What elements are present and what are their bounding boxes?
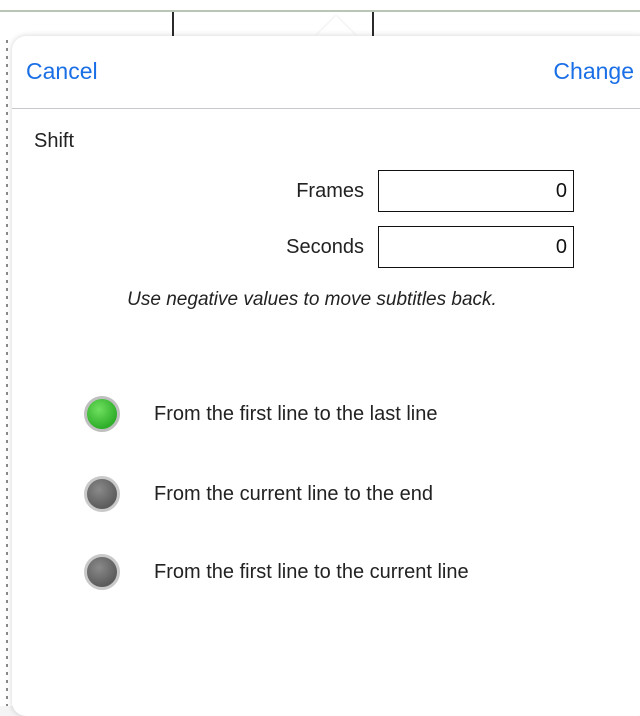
frames-label: Frames (296, 180, 364, 202)
option-current-to-end[interactable]: From the current line to the end (84, 472, 604, 516)
background-column-divider (372, 12, 374, 38)
popover-nav-bar: Cancel Change (12, 36, 640, 109)
radio-indicator[interactable] (84, 396, 120, 432)
background-list-edge (6, 40, 8, 706)
radio-indicator[interactable] (84, 476, 120, 512)
frames-input[interactable] (378, 170, 574, 212)
background-toolbar (0, 0, 640, 10)
seconds-row: Seconds (12, 226, 640, 268)
option-label: From the current line to the end (154, 483, 434, 505)
frames-row: Frames (12, 170, 640, 212)
option-label: From the first line to the current line (154, 561, 469, 583)
popover-arrow (316, 16, 356, 36)
radio-indicator[interactable] (84, 554, 120, 590)
seconds-input[interactable] (378, 226, 574, 268)
cancel-button[interactable]: Cancel (26, 58, 98, 85)
background-column-divider (172, 12, 174, 38)
option-first-to-last[interactable]: From the first line to the last line (84, 392, 604, 436)
change-button[interactable]: Change (553, 58, 634, 85)
option-label: From the first line to the last line (154, 403, 438, 425)
negative-values-hint: Use negative values to move subtitles ba… (127, 289, 497, 310)
option-first-to-current[interactable]: From the first line to the current line (84, 550, 604, 594)
background-grid-line (0, 10, 640, 12)
shift-subtitles-popover: Cancel Change Shift Frames Seconds Use n… (12, 36, 640, 716)
seconds-label: Seconds (286, 236, 364, 258)
shift-section-label: Shift (34, 130, 75, 152)
